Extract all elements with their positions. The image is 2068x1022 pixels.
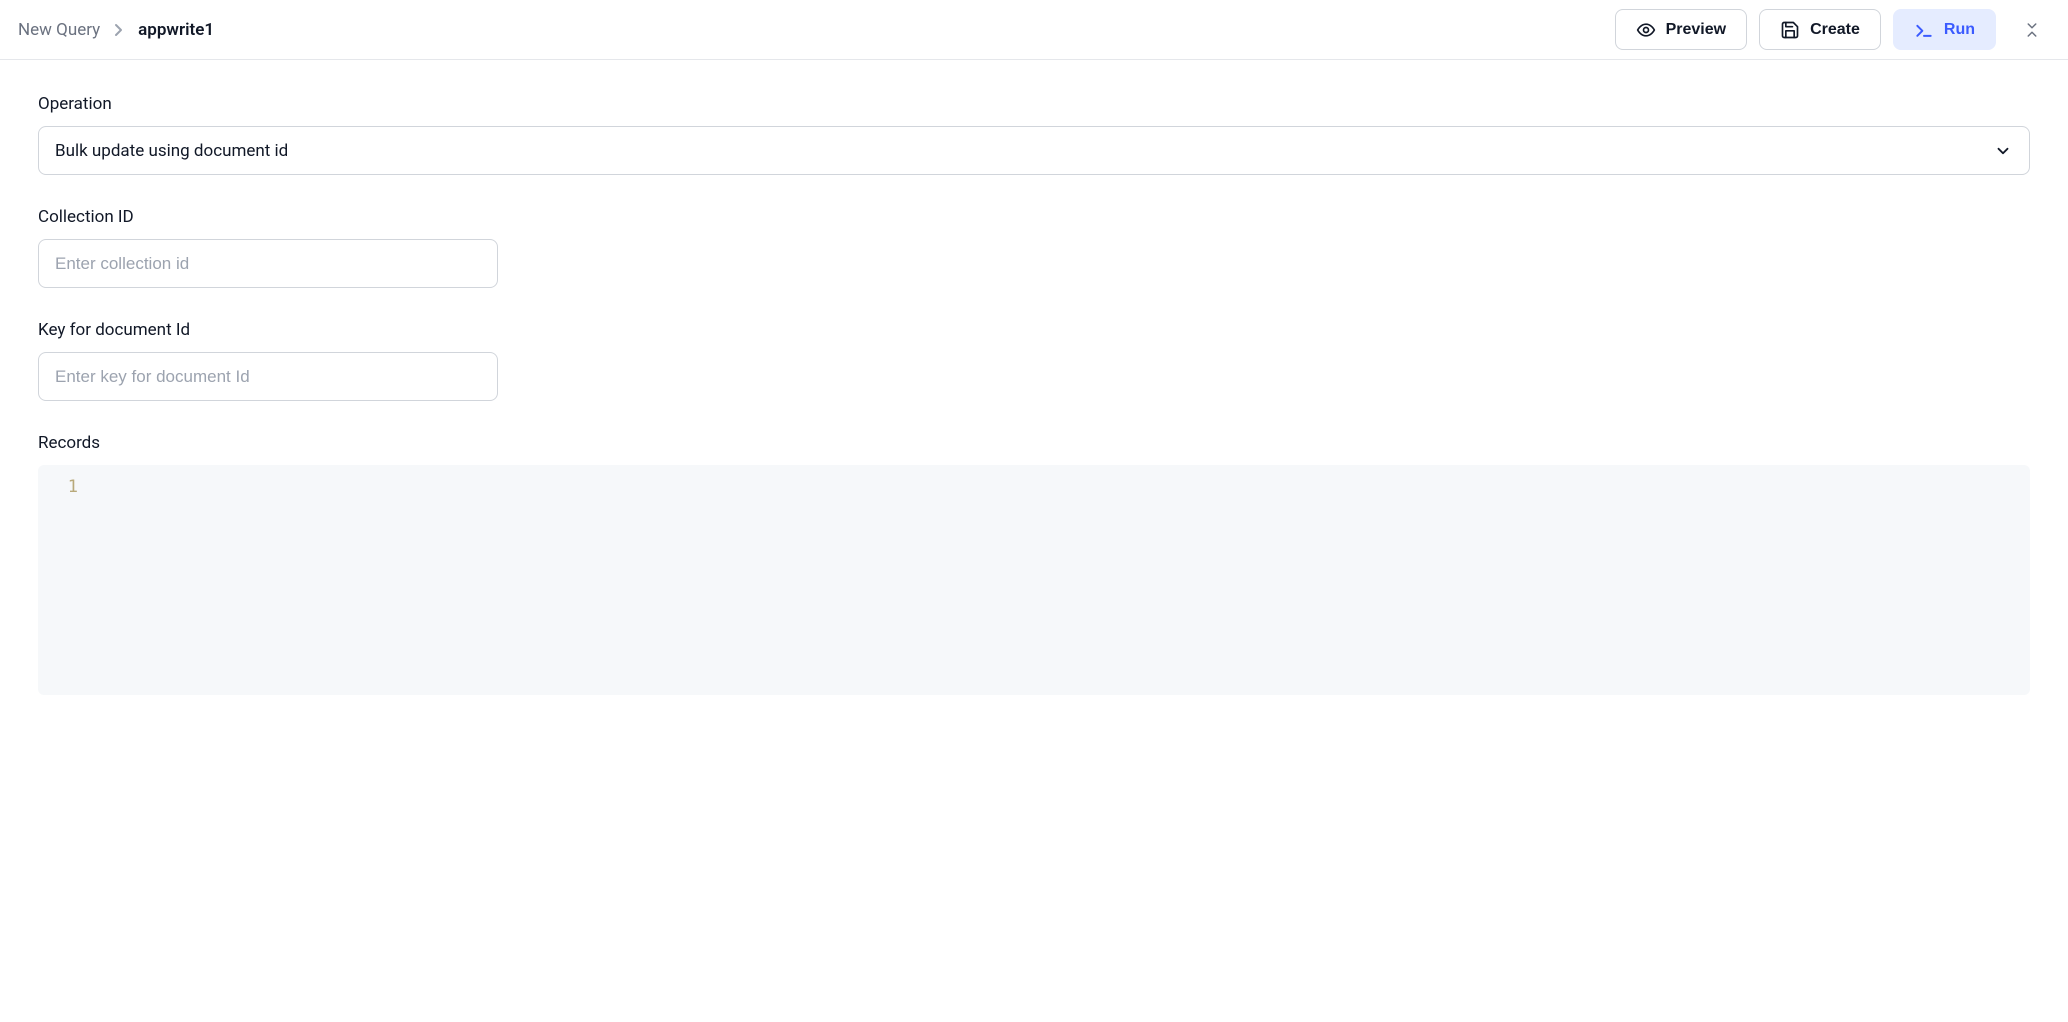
- preview-label: Preview: [1666, 21, 1726, 39]
- eye-icon: [1636, 20, 1656, 40]
- collection-id-input[interactable]: [38, 239, 498, 288]
- collection-id-label: Collection ID: [38, 207, 2030, 227]
- records-editor[interactable]: 1: [38, 465, 2030, 695]
- document-key-input[interactable]: [38, 352, 498, 401]
- breadcrumb-root[interactable]: New Query: [18, 20, 100, 40]
- preview-button[interactable]: Preview: [1615, 9, 1747, 50]
- operation-label: Operation: [38, 94, 2030, 114]
- create-label: Create: [1810, 21, 1860, 39]
- line-number: 1: [54, 477, 78, 497]
- records-field: Records 1: [38, 433, 2030, 695]
- collection-id-field: Collection ID: [38, 207, 2030, 288]
- run-button[interactable]: Run: [1893, 9, 1996, 50]
- header: New Query appwrite1 Preview: [0, 0, 2068, 60]
- operation-select-wrap: Bulk update using document id: [38, 126, 2030, 175]
- breadcrumb: New Query appwrite1: [18, 20, 214, 40]
- terminal-icon: [1914, 20, 1934, 40]
- create-button[interactable]: Create: [1759, 9, 1881, 50]
- header-actions: Preview Create Run: [1615, 9, 2050, 50]
- document-key-label: Key for document Id: [38, 320, 2030, 340]
- run-label: Run: [1944, 21, 1975, 39]
- chevrons-collapse-icon: [2023, 21, 2041, 39]
- document-key-field: Key for document Id: [38, 320, 2030, 401]
- operation-select[interactable]: Bulk update using document id: [38, 126, 2030, 175]
- save-icon: [1780, 20, 1800, 40]
- operation-value: Bulk update using document id: [55, 141, 288, 161]
- collapse-toggle[interactable]: [2014, 12, 2050, 48]
- operation-field: Operation Bulk update using document id: [38, 94, 2030, 175]
- main: Operation Bulk update using document id …: [0, 60, 2068, 761]
- chevron-right-icon: [114, 23, 124, 37]
- editor-body[interactable]: [78, 477, 2014, 683]
- editor-gutter: 1: [54, 477, 78, 683]
- breadcrumb-current: appwrite1: [138, 20, 214, 40]
- records-label: Records: [38, 433, 2030, 453]
